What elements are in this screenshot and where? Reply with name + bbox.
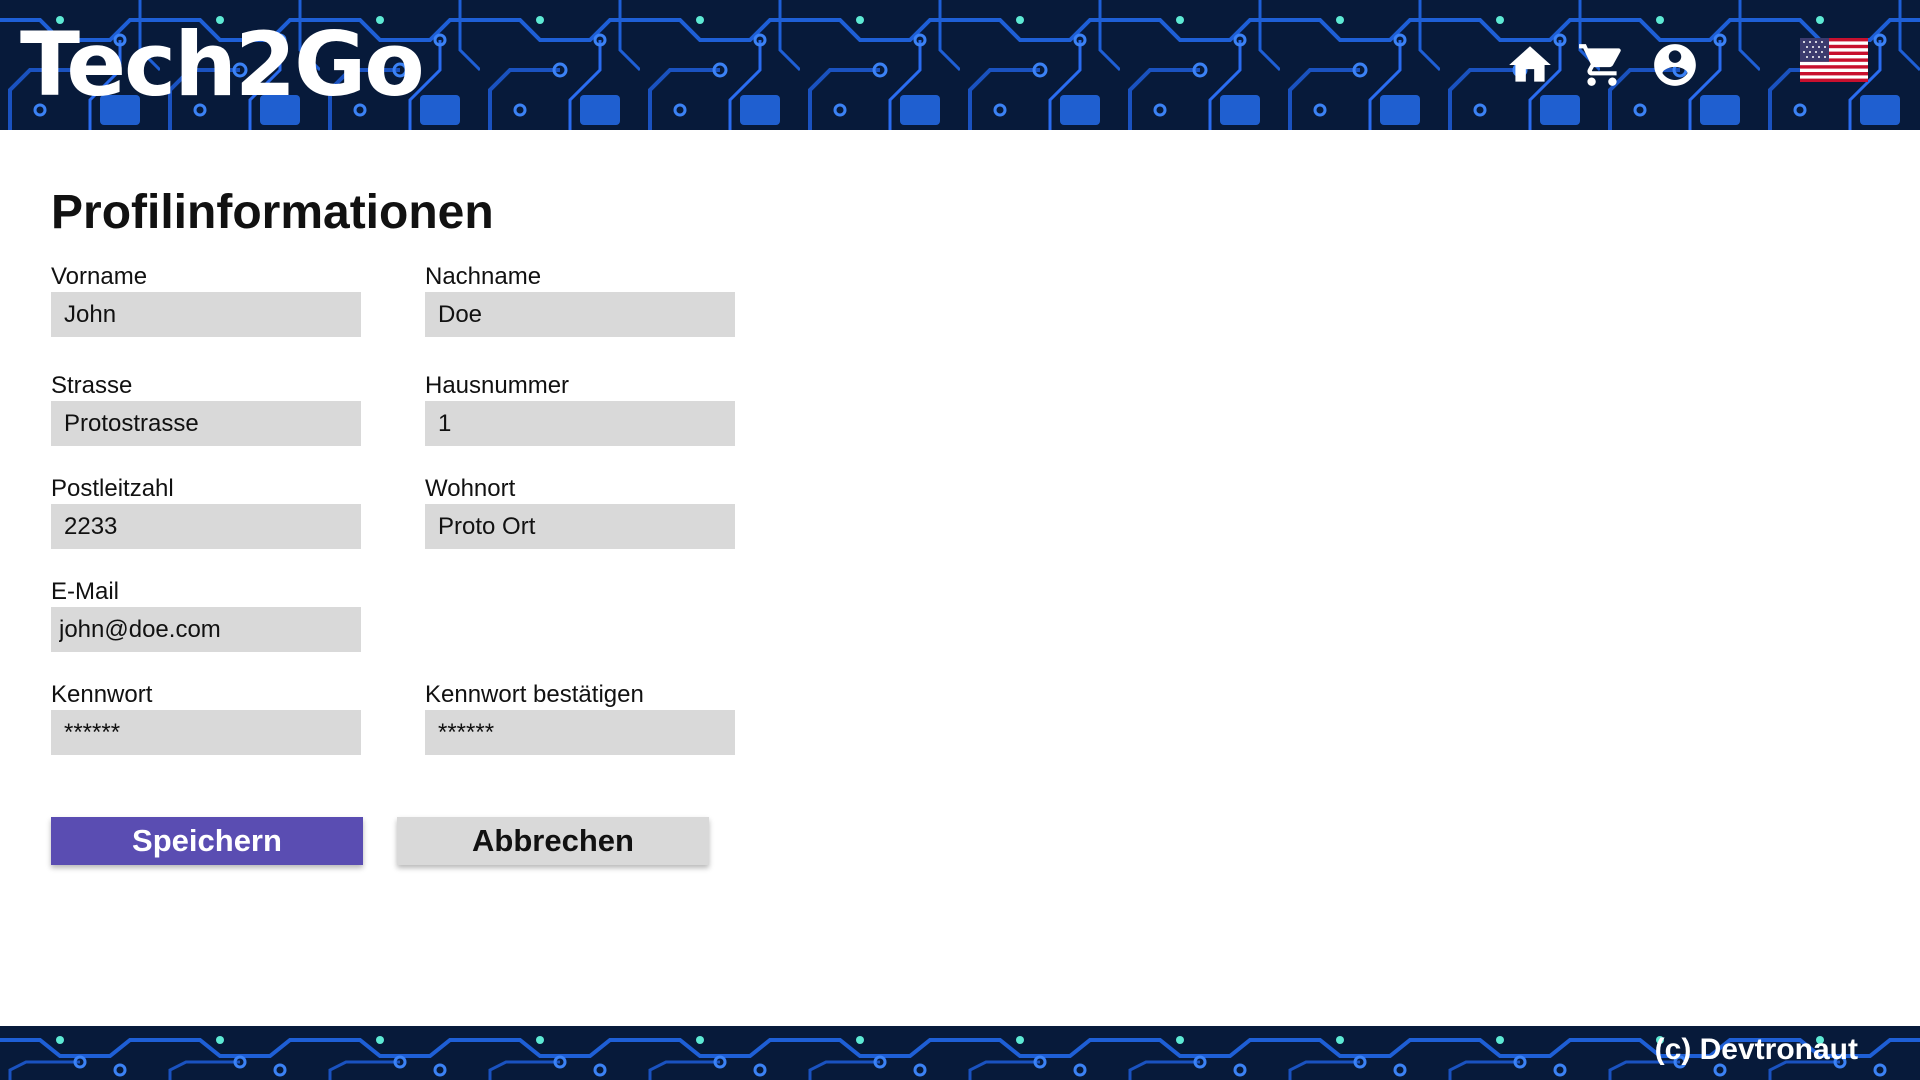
password-input[interactable] <box>51 710 361 755</box>
save-button[interactable]: Speichern <box>51 817 363 865</box>
postal-code-input[interactable] <box>51 504 361 549</box>
password-confirm-input[interactable] <box>425 710 735 755</box>
first-name-input[interactable] <box>51 292 361 337</box>
city-label: Wohnort <box>425 475 516 502</box>
first-name-field-group: Vorname <box>51 262 361 337</box>
copyright-text: (c) Devtronaut <box>1654 1033 1858 1066</box>
last-name-label: Nachname <box>425 263 542 290</box>
password-confirm-label: Kennwort bestätigen <box>425 681 644 708</box>
password-confirm-field-group: Kennwort bestätigen <box>425 680 735 755</box>
email-field-group: E-Mail <box>51 577 361 652</box>
circuit-background <box>0 1026 1920 1080</box>
street-field-group: Strasse <box>51 371 361 446</box>
house-number-label: Hausnummer <box>425 372 570 399</box>
header-banner: Tech2Go <box>0 0 1920 130</box>
password-label: Kennwort <box>51 681 153 708</box>
street-label: Strasse <box>51 372 133 399</box>
cancel-button[interactable]: Abbrechen <box>397 817 709 865</box>
house-number-input[interactable] <box>425 401 735 446</box>
last-name-input[interactable] <box>425 292 735 337</box>
brand-logo[interactable]: Tech2Go <box>20 10 425 120</box>
home-icon[interactable] <box>1505 40 1555 90</box>
city-input[interactable] <box>425 504 735 549</box>
city-field-group: Wohnort <box>425 474 735 549</box>
account-circle-icon[interactable] <box>1650 40 1700 90</box>
us-flag-icon[interactable] <box>1800 38 1868 82</box>
last-name-field-group: Nachname <box>425 262 735 337</box>
footer-banner <box>0 1026 1920 1080</box>
street-input[interactable] <box>51 401 361 446</box>
password-field-group: Kennwort <box>51 680 361 755</box>
house-number-field-group: Hausnummer <box>425 371 735 446</box>
email-input[interactable] <box>51 607 361 652</box>
first-name-label: Vorname <box>51 263 148 290</box>
email-label: E-Mail <box>51 578 120 605</box>
postal-code-field-group: Postleitzahl <box>51 474 361 549</box>
shopping-cart-icon[interactable] <box>1577 40 1627 90</box>
page-title: Profilinformationen <box>51 186 494 239</box>
postal-code-label: Postleitzahl <box>51 475 174 502</box>
